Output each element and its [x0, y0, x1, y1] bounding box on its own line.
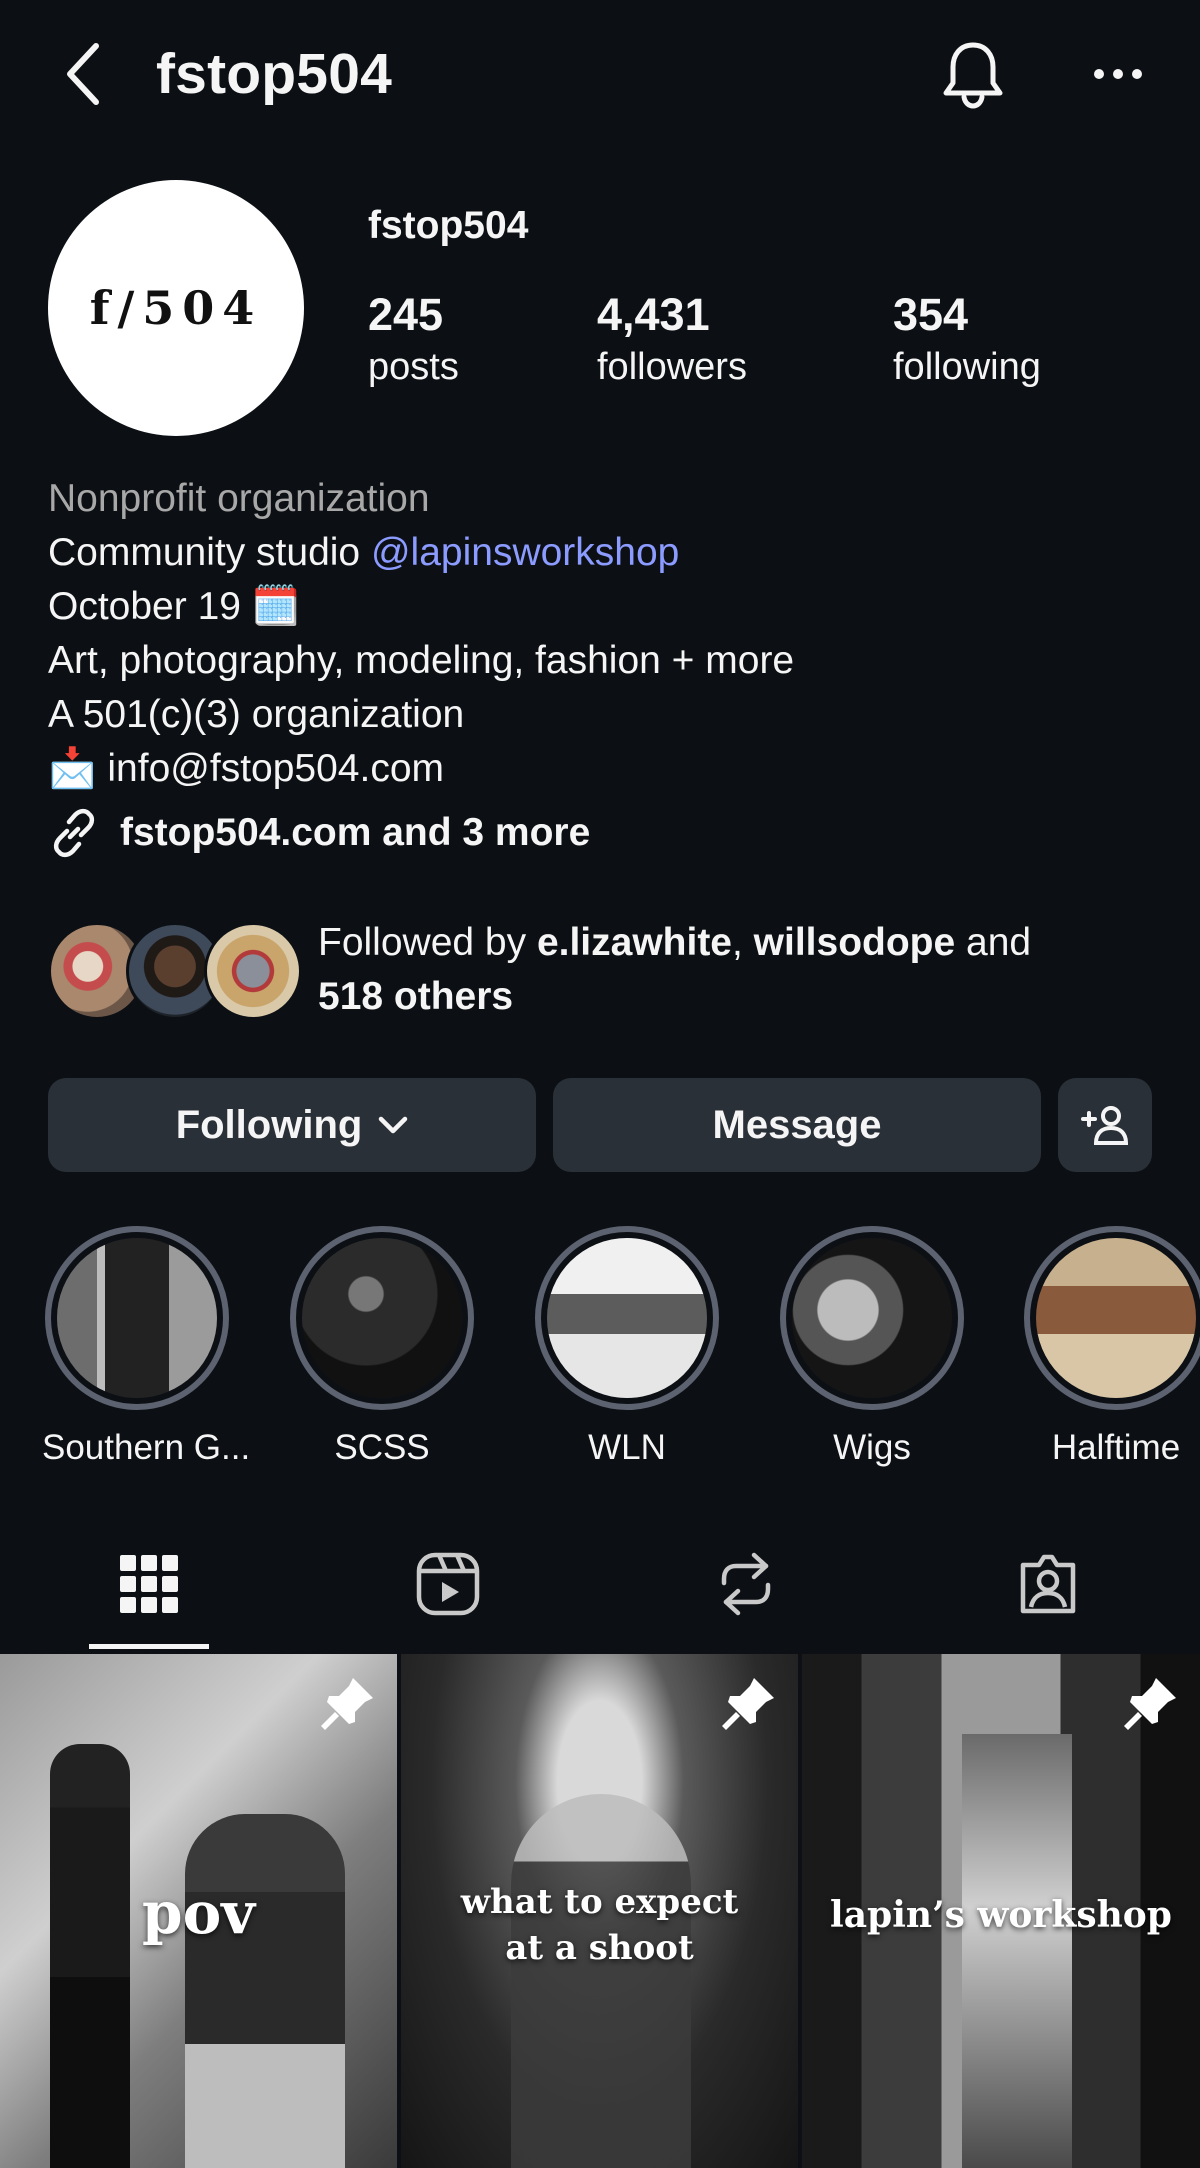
highlight-thumbnail: [57, 1238, 217, 1398]
following-button-label: Following: [175, 1102, 363, 1147]
grid-icon: [120, 1555, 178, 1613]
pin-icon: [1124, 1678, 1176, 1730]
highlight-thumbnail: [302, 1238, 462, 1398]
post-caption: pov: [142, 1879, 255, 1947]
followed-by-sep: ,: [732, 921, 754, 964]
highlight-ring: [45, 1226, 229, 1410]
post-tile-3[interactable]: lapin’s workshop: [802, 1654, 1200, 2168]
pin-icon: [722, 1678, 774, 1730]
highlight-ring: [1024, 1226, 1200, 1410]
bio-line-email[interactable]: 📩 info@fstop504.com: [48, 742, 1158, 796]
bio-external-link[interactable]: fstop504.com and 3 more: [48, 806, 1158, 860]
back-button[interactable]: [52, 34, 112, 114]
suggested-users-button[interactable]: [1058, 1078, 1152, 1172]
highlight-wigs[interactable]: Wigs: [777, 1226, 967, 1470]
tab-tagged[interactable]: [998, 1548, 1098, 1620]
avatar-logo-text: f/504: [89, 281, 263, 335]
bio-line-studio: Community studio @lapinsworkshop: [48, 526, 1158, 580]
highlight-ring: [780, 1226, 964, 1410]
stat-followers-value: 4,431: [597, 289, 710, 340]
message-button-label: Message: [712, 1102, 882, 1147]
active-tab-indicator: [89, 1644, 209, 1649]
reels-icon: [416, 1552, 480, 1616]
post-caption: lapin’s workshop: [830, 1894, 1172, 1936]
highlight-label: Wigs: [833, 1428, 911, 1467]
mutual-avatar-3: [204, 922, 302, 1020]
post-caption: what to expect at a shoot: [401, 1879, 798, 1971]
followed-by-user1: e.lizawhite: [536, 921, 732, 964]
stat-followers-label: followers: [597, 346, 747, 388]
highlight-label: Southern G...: [42, 1428, 251, 1467]
followed-by-user2: willsodope: [753, 921, 956, 964]
bell-icon: [943, 42, 1003, 109]
post-tile-2[interactable]: what to expect at a shoot: [401, 1654, 798, 2168]
following-button[interactable]: Following: [48, 1078, 536, 1172]
bio-line-date: October 19 🗓️: [48, 585, 301, 628]
more-horizontal-icon: [1094, 69, 1142, 79]
highlight-thumbnail: [792, 1238, 952, 1398]
tab-reposts[interactable]: [696, 1548, 796, 1620]
link-icon: [53, 808, 95, 858]
mutual-followers-avatars[interactable]: [48, 918, 302, 1020]
highlight-southern[interactable]: Southern G...: [42, 1226, 251, 1470]
pin-icon: [321, 1678, 373, 1730]
followed-by-prefix: Followed by: [318, 921, 537, 964]
highlight-scss[interactable]: SCSS: [287, 1226, 477, 1470]
repost-icon: [721, 1552, 771, 1616]
highlight-label: SCSS: [334, 1428, 430, 1467]
page-title: fstop504: [156, 42, 393, 106]
highlight-wln[interactable]: WLN: [532, 1226, 722, 1470]
bio-studio-text: Community studio: [48, 531, 371, 574]
stat-posts-label: posts: [368, 346, 459, 388]
bio-link-text: fstop504.com and 3 more: [120, 811, 591, 854]
post-caption-line1: what to expect: [460, 1882, 739, 1922]
bio-mention-link[interactable]: @lapinsworkshop: [371, 531, 679, 574]
chevron-down-icon: [379, 1116, 408, 1134]
highlight-label: Halftime: [1051, 1428, 1181, 1467]
stat-posts-value: 245: [368, 289, 444, 340]
bio-line-org: A 501(c)(3) organization: [48, 693, 465, 736]
notifications-button[interactable]: [935, 34, 1011, 114]
highlight-halftime[interactable]: Halftime: [1021, 1226, 1200, 1470]
profile-avatar[interactable]: f/504: [48, 180, 304, 436]
tagged-person-icon: [1020, 1554, 1076, 1614]
profile-username: fstop504: [368, 204, 529, 247]
bio-line-topics: Art, photography, modeling, fashion + mo…: [48, 639, 795, 682]
tab-posts-grid[interactable]: [99, 1548, 199, 1620]
post-caption-line2: at a shoot: [505, 1928, 694, 1968]
add-person-icon: [1081, 1106, 1129, 1145]
followed-by-text[interactable]: Followed by e.lizawhite, willsodope and …: [318, 916, 1178, 1024]
message-button[interactable]: Message: [553, 1078, 1041, 1172]
stat-following-label: following: [893, 346, 1041, 388]
post-tile-1[interactable]: pov: [0, 1654, 397, 2168]
followed-by-others: 518 others: [318, 975, 514, 1018]
stat-posts[interactable]: 245 posts: [368, 286, 459, 390]
bio-category: Nonprofit organization: [48, 477, 430, 520]
highlight-thumbnail: [1036, 1238, 1196, 1398]
stat-followers[interactable]: 4,431 followers: [597, 286, 747, 390]
highlight-ring: [290, 1226, 474, 1410]
profile-bio: Nonprofit organization Community studio …: [48, 472, 1158, 860]
highlight-label: WLN: [588, 1428, 666, 1467]
chevron-left-icon: [67, 43, 99, 105]
tab-reels[interactable]: [398, 1548, 498, 1620]
followed-by-and: and: [955, 921, 1032, 964]
stat-following[interactable]: 354 following: [893, 286, 1041, 390]
highlight-thumbnail: [547, 1238, 707, 1398]
stat-following-value: 354: [893, 289, 969, 340]
more-options-button[interactable]: [1090, 50, 1146, 98]
highlight-ring: [535, 1226, 719, 1410]
